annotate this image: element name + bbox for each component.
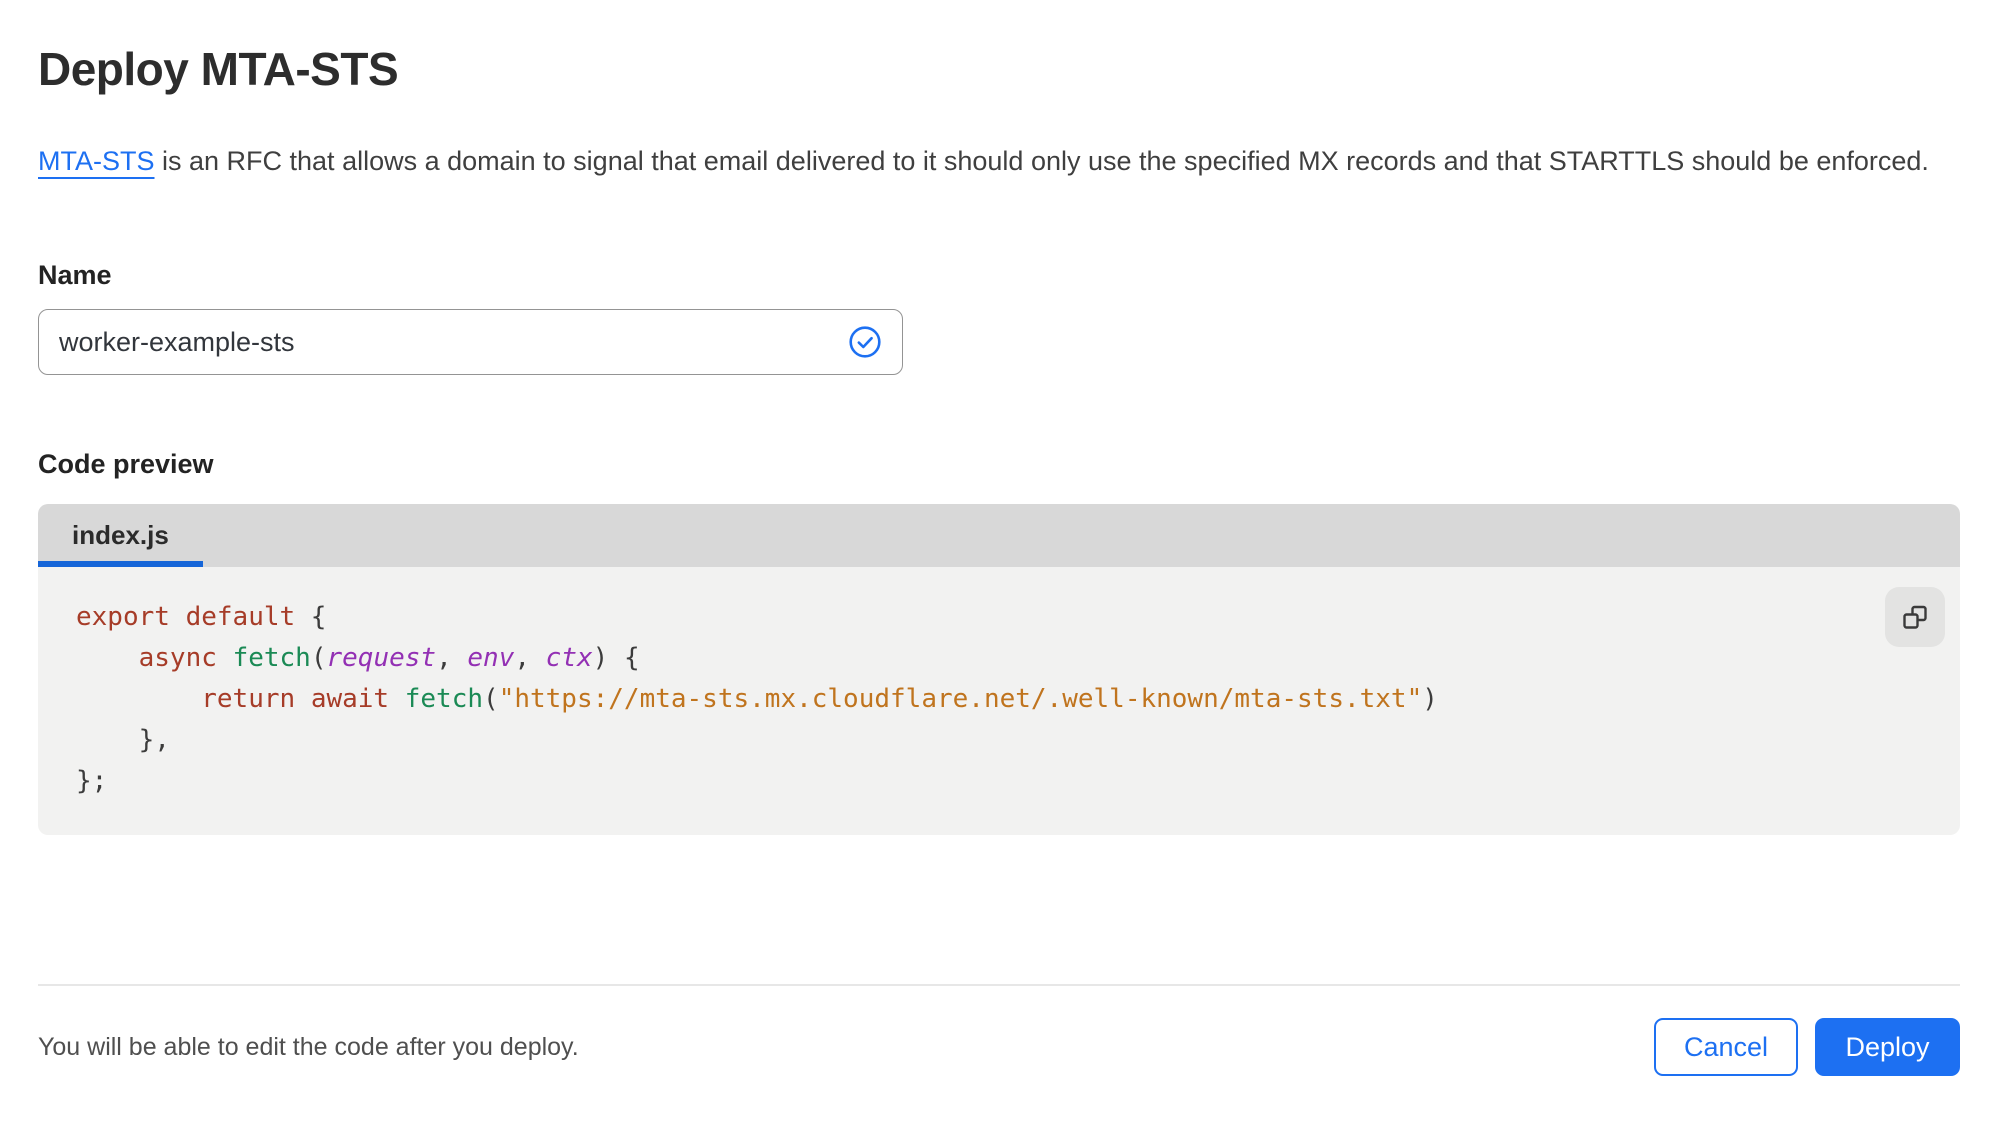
tab-label: index.js [72, 520, 169, 550]
code-preview-label: Code preview [38, 449, 214, 479]
code-preview-card: index.js export default { async fetch(re… [38, 504, 1960, 835]
tab-index-js[interactable]: index.js [38, 504, 203, 567]
code-line: async fetch(request, env, ctx) { [138, 643, 640, 673]
check-circle-icon [848, 325, 882, 359]
page-title: Deploy MTA-STS [38, 43, 399, 95]
code-tab-bar: index.js [38, 504, 1960, 567]
footer-bar: You will be able to edit the code after … [38, 1018, 1960, 1076]
code-editor: export default { async fetch(request, en… [38, 567, 1960, 835]
name-input-wrapper [38, 309, 903, 375]
description-rest: is an RFC that allows a domain to signal… [154, 146, 1929, 176]
deploy-note: You will be able to edit the code after … [38, 1032, 579, 1061]
footer-actions: Cancel Deploy [1654, 1018, 1960, 1076]
deploy-button[interactable]: Deploy [1815, 1018, 1960, 1076]
copy-icon [1900, 602, 1930, 632]
name-label: Name [38, 260, 112, 290]
code-line: }, [76, 725, 170, 755]
footer-divider [38, 984, 1960, 986]
name-input[interactable] [39, 310, 848, 374]
code-line: }; [76, 766, 108, 796]
deploy-mta-sts-page: Deploy MTA-STS MTA-STS is an RFC that al… [0, 0, 1999, 1138]
description-text: MTA-STS is an RFC that allows a domain t… [38, 138, 1959, 184]
code-line: export default { [76, 602, 327, 632]
mta-sts-link[interactable]: MTA-STS [38, 146, 155, 176]
code-lines: export default { async fetch(request, en… [76, 597, 1960, 802]
cancel-button[interactable]: Cancel [1654, 1018, 1798, 1076]
code-line: return await fetch("https://mta-sts.mx.c… [201, 684, 1438, 714]
copy-code-button[interactable] [1885, 587, 1945, 647]
